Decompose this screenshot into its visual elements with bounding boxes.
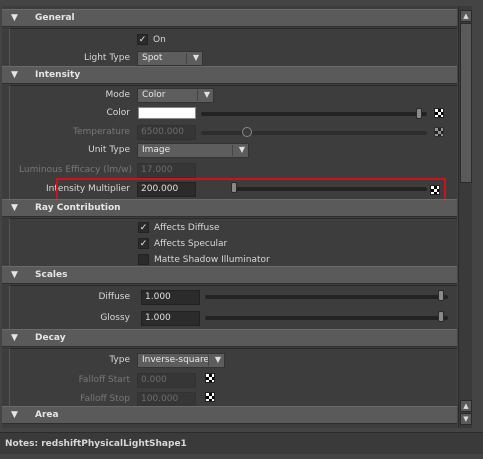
dropdown-separator (186, 53, 187, 64)
section-intensity-header[interactable]: ▼ Intensity (2, 66, 457, 84)
unit-type-label: Unit Type (88, 145, 130, 155)
collapse-arrow-icon[interactable]: ▼ (11, 270, 18, 280)
notes-bar: Notes: redshiftPhysicalLightShape1 (0, 432, 483, 454)
light-type-label: Light Type (84, 53, 130, 63)
color-slider-track[interactable] (201, 112, 427, 116)
section-scales-header[interactable]: ▼ Scales (2, 266, 457, 284)
light-type-value: Spot (142, 53, 163, 63)
color-label: Color (106, 108, 131, 118)
affects-specular-label: Affects Specular (154, 239, 228, 249)
temperature-slider-track (201, 131, 427, 135)
diffuse-slider-handle[interactable] (438, 290, 444, 301)
on-label: On (153, 35, 166, 45)
notes-label: Notes: redshiftPhysicalLightShape1 (5, 439, 187, 449)
chevron-down-icon: ▼ (238, 145, 245, 154)
section-title-scales: Scales (35, 270, 68, 280)
unit-type-value: Image (142, 145, 171, 155)
matte-shadow-label: Matte Shadow Illuminator (154, 255, 270, 265)
glossy-field[interactable]: 1.000 (141, 311, 200, 326)
section-decay-header[interactable]: ▼ Decay (2, 329, 457, 347)
luminous-efficacy-label: Luminous Efficacy (lm/w) (19, 165, 132, 175)
texture-map-icon[interactable] (430, 185, 440, 195)
section-scales-body: Diffuse 1.000 Glossy 1.000 (9, 285, 457, 331)
section-ray-contribution-header[interactable]: ▼ Ray Contribution (2, 199, 457, 217)
texture-map-icon[interactable] (205, 392, 215, 402)
decay-type-dropdown[interactable]: Inverse-square ▼ (137, 353, 225, 368)
mode-label: Mode (105, 90, 130, 100)
affects-diffuse-label: Affects Diffuse (154, 223, 220, 233)
glossy-slider-handle[interactable] (438, 311, 444, 322)
color-swatch[interactable] (138, 107, 196, 119)
section-title-general: General (35, 13, 75, 23)
color-slider-handle[interactable] (416, 108, 422, 119)
scroll-down-icon[interactable]: ▼ (460, 413, 472, 425)
falloff-stop-field: 100.000 (137, 392, 196, 407)
mode-value: Color (142, 90, 166, 100)
diffuse-label: Diffuse (98, 292, 130, 302)
section-title-decay: Decay (35, 333, 66, 343)
section-decay-body: Type Inverse-square ▼ Falloff Start 0.00… (9, 348, 457, 407)
diffuse-slider-track[interactable] (205, 295, 448, 299)
collapse-arrow-icon[interactable]: ▼ (11, 13, 18, 23)
chevron-down-icon: ▼ (192, 53, 199, 62)
unit-type-dropdown[interactable]: Image ▼ (137, 143, 249, 158)
temperature-field: 6500.000 (137, 125, 196, 140)
section-area-header[interactable]: ▼ Area (2, 406, 457, 424)
attribute-editor-panel: ▼ General ✓ On Light Type Spot ▼ ▼ Inten… (2, 6, 457, 428)
dropdown-separator (232, 145, 233, 156)
diffuse-field[interactable]: 1.000 (141, 290, 200, 305)
texture-map-icon[interactable] (205, 373, 215, 383)
matte-shadow-checkbox[interactable] (138, 254, 149, 265)
dropdown-separator (208, 355, 209, 366)
collapse-arrow-icon[interactable]: ▼ (11, 70, 18, 80)
mode-dropdown[interactable]: Color ▼ (137, 88, 214, 103)
luminous-efficacy-field: 17.000 (137, 163, 196, 178)
chevron-down-icon: ▼ (203, 90, 210, 99)
scroll-up-icon[interactable]: ▲ (460, 400, 472, 412)
section-title-intensity: Intensity (35, 70, 81, 80)
glossy-slider-track[interactable] (205, 316, 448, 320)
section-title-area: Area (35, 410, 59, 420)
temperature-slider-handle (242, 127, 252, 137)
collapse-arrow-icon[interactable]: ▼ (11, 333, 18, 343)
temperature-label: Temperature (72, 127, 130, 137)
light-type-dropdown[interactable]: Spot ▼ (137, 51, 203, 66)
dropdown-separator (197, 90, 198, 101)
decay-type-label: Type (109, 355, 130, 365)
scroll-up-icon[interactable]: ▲ (460, 10, 472, 22)
falloff-start-label: Falloff Start (78, 375, 130, 385)
texture-map-icon (434, 127, 444, 137)
scrollbar-thumb[interactable] (460, 23, 472, 183)
affects-diffuse-checkbox[interactable]: ✓ (138, 222, 149, 233)
falloff-stop-label: Falloff Stop (80, 394, 130, 404)
texture-map-icon[interactable] (434, 108, 444, 118)
collapse-arrow-icon[interactable]: ▼ (11, 410, 18, 420)
section-general-header[interactable]: ▼ General (2, 9, 457, 27)
on-checkbox[interactable]: ✓ (137, 34, 148, 45)
vertical-scrollbar[interactable]: ▲ ▲ ▼ (458, 6, 472, 428)
chevron-down-icon: ▼ (214, 355, 221, 364)
decay-type-value: Inverse-square (142, 355, 210, 365)
section-ray-contribution-body: ✓ Affects Diffuse ✓ Affects Specular Mat… (9, 218, 457, 268)
affects-specular-checkbox[interactable]: ✓ (138, 238, 149, 249)
glossy-label: Glossy (100, 313, 130, 323)
falloff-start-field: 0.000 (137, 373, 196, 388)
section-general-body: ✓ On Light Type Spot ▼ (9, 28, 457, 66)
section-title-ray-contribution: Ray Contribution (35, 203, 121, 213)
collapse-arrow-icon[interactable]: ▼ (11, 203, 18, 213)
